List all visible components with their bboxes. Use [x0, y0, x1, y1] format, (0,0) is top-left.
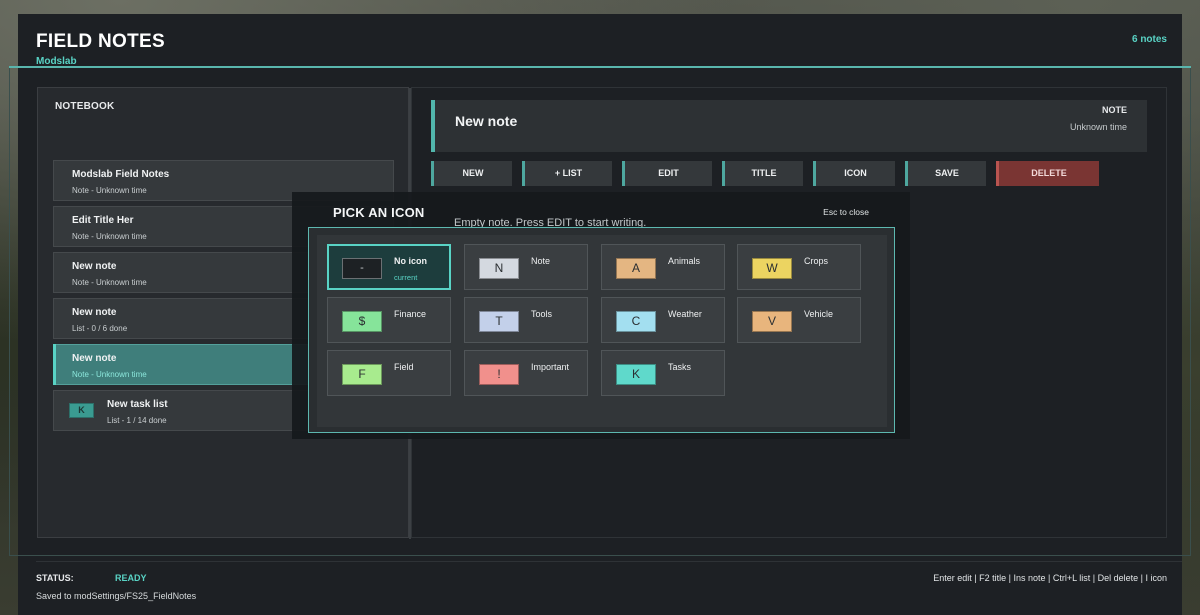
animals-icon: A: [616, 258, 656, 279]
new-list-button[interactable]: + LIST: [522, 161, 612, 186]
icon-option-note[interactable]: N Note: [464, 244, 588, 290]
icon-grid-inner: - No icon current N Note A Animals W Cro…: [317, 235, 887, 427]
app-title: FIELD NOTES: [36, 31, 165, 52]
icon-option-vehicle[interactable]: V Vehicle: [737, 297, 861, 343]
icon-option-label: Finance: [394, 309, 427, 319]
finance-icon: $: [342, 311, 382, 332]
footer-divider: [36, 561, 1182, 562]
toolbar: NEW + LIST EDIT TITLE ICON SAVE DELETE: [431, 161, 1147, 187]
note-item-meta: List - 1 / 14 done: [107, 416, 167, 425]
note-item-meta: Note - Unknown time: [72, 186, 147, 195]
note-item-title: Modslab Field Notes: [72, 169, 170, 180]
note-title: New note: [455, 113, 518, 129]
note-item-title: New note: [72, 307, 117, 318]
note-item-meta: Note - Unknown time: [72, 278, 147, 287]
edit-button[interactable]: EDIT: [622, 161, 712, 186]
saved-path: Saved to modSettings/FS25_FieldNotes: [36, 591, 197, 601]
header: FIELD NOTES Modslab 6 notes: [9, 14, 1191, 68]
icon-option-label: No icon: [394, 256, 427, 266]
icon-option-label: Tools: [531, 309, 553, 319]
field-icon: F: [342, 364, 382, 385]
icon-option-label: Important: [531, 362, 570, 372]
tools-icon: T: [479, 311, 519, 332]
note-item-title: New note: [72, 353, 117, 364]
icon-option-none[interactable]: - No icon current: [327, 244, 451, 290]
vehicle-icon: V: [752, 311, 792, 332]
notebook-label: NOTEBOOK: [55, 101, 115, 112]
important-icon: !: [479, 364, 519, 385]
weather-icon: C: [616, 311, 656, 332]
keyboard-shortcuts: Enter edit | F2 title | Ins note | Ctrl+…: [933, 573, 1167, 583]
note-item-meta: Note - Unknown time: [72, 370, 147, 379]
icon-option-important[interactable]: ! Important: [464, 350, 588, 396]
save-button[interactable]: SAVE: [905, 161, 986, 186]
note-item-title: New task list: [107, 399, 168, 410]
crops-icon: W: [752, 258, 792, 279]
note-count: 6 notes: [1131, 34, 1167, 45]
icon-option-label: Tasks: [668, 362, 692, 372]
title-button[interactable]: TITLE: [722, 161, 803, 186]
note-type-label: NOTE: [1101, 105, 1127, 115]
icon-option-finance[interactable]: $ Finance: [327, 297, 451, 343]
no-icon-swatch: -: [342, 258, 382, 279]
note-item-title: New note: [72, 261, 117, 272]
icon-option-label: Weather: [668, 309, 702, 319]
icon-option-label: Field: [394, 362, 414, 372]
icon-button[interactable]: ICON: [813, 161, 895, 186]
tasks-icon: K: [616, 364, 656, 385]
note-item-meta: Note - Unknown time: [72, 232, 147, 241]
icon-option-animals[interactable]: A Animals: [601, 244, 725, 290]
note-item-meta: List - 0 / 6 done: [72, 324, 128, 333]
icon-option-field[interactable]: F Field: [327, 350, 451, 396]
icon-picker-dialog: Empty note. Press EDIT to start writing.…: [292, 192, 910, 439]
icon-option-label: Vehicle: [804, 309, 834, 319]
status-value: READY: [115, 573, 147, 583]
new-note-button[interactable]: NEW: [431, 161, 512, 186]
icon-option-weather[interactable]: C Weather: [601, 297, 725, 343]
note-header: New note NOTE Unknown time: [431, 100, 1147, 152]
tasks-icon: K: [69, 403, 94, 418]
icon-option-label: Note: [531, 256, 551, 266]
icon-option-label: Animals: [668, 256, 701, 266]
icon-option-crops[interactable]: W Crops: [737, 244, 861, 290]
delete-button[interactable]: DELETE: [996, 161, 1099, 186]
icon-option-label: Crops: [804, 256, 829, 266]
icon-picker-title: PICK AN ICON: [333, 205, 425, 220]
note-item-title: Edit Title Her: [72, 215, 134, 226]
icon-option-tasks[interactable]: K Tasks: [601, 350, 725, 396]
close-hint: Esc to close: [823, 207, 869, 217]
note-time: Unknown time: [1069, 122, 1127, 132]
current-badge: current: [394, 273, 418, 282]
note-icon: N: [479, 258, 519, 279]
icon-option-tools[interactable]: T Tools: [464, 297, 588, 343]
icon-picker-grid: - No icon current N Note A Animals W Cro…: [308, 227, 895, 433]
status-label: STATUS:: [36, 573, 74, 583]
